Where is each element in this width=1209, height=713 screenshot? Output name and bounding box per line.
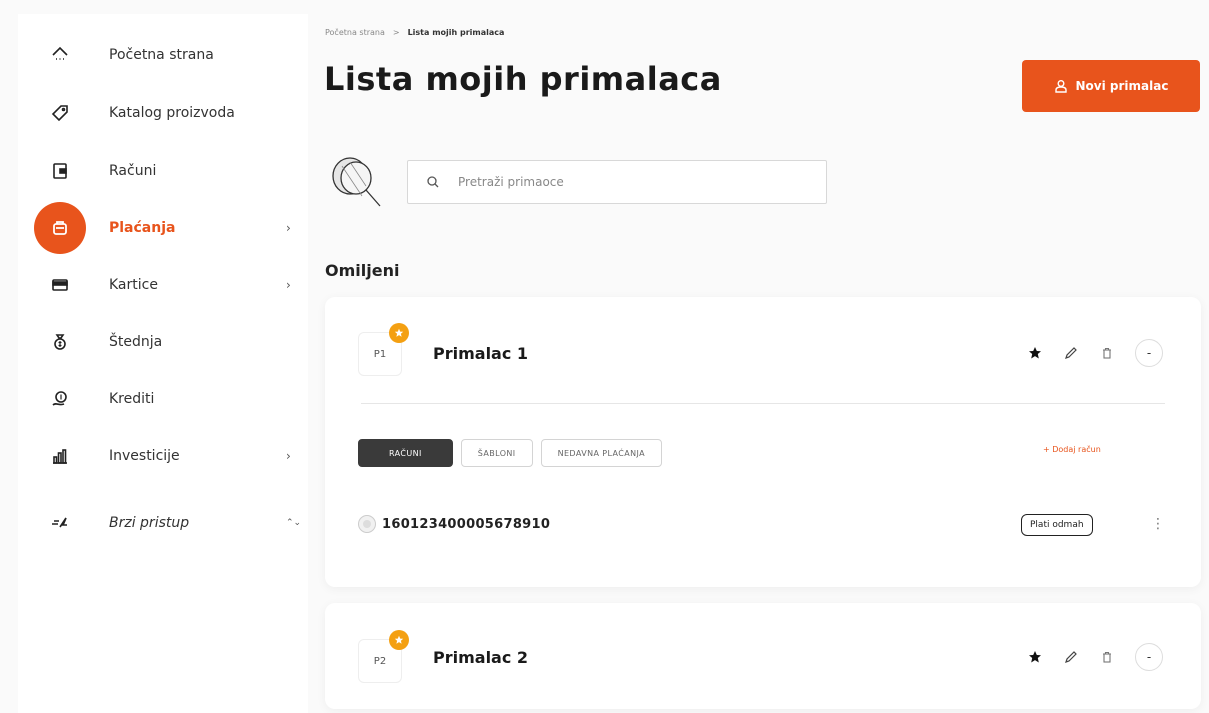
recipient-name: Primalac 2 — [433, 648, 529, 667]
tab-accounts[interactable]: RAČUNI — [358, 439, 453, 467]
sidebar-item-label: Plaćanja — [109, 220, 176, 236]
recipient-card: P2 Primalac 2 - — [325, 603, 1201, 709]
avatar-initials: P1 — [373, 348, 387, 360]
wallet-icon — [44, 155, 76, 187]
app-root: Početna strana Katalog proizvoda Računi … — [0, 0, 1209, 713]
page-title: Lista mojih primalaca — [324, 60, 722, 98]
favorite-star-icon[interactable] — [1027, 649, 1043, 665]
sidebar-item-cards[interactable]: Kartice › — [18, 260, 308, 310]
favorite-star-icon[interactable] — [1027, 345, 1043, 361]
chevron-right-icon: › — [286, 221, 291, 235]
collapse-button[interactable]: - — [1135, 643, 1163, 671]
sidebar-item-investments[interactable]: Investicije › — [18, 431, 308, 481]
sort-icon: ⌃⌄ — [286, 518, 302, 528]
card-icon — [44, 269, 76, 301]
favorites-heading: Omiljeni — [325, 261, 400, 280]
recipient-actions: - — [1027, 643, 1163, 671]
pay-now-button[interactable]: Plati odmah — [1021, 514, 1093, 536]
sidebar-item-accounts[interactable]: Računi — [18, 146, 308, 196]
breadcrumb-current: Lista mojih primalaca — [407, 28, 505, 37]
tab-recent-payments[interactable]: NEDAVNA PLAĆANJA — [540, 439, 663, 467]
delete-icon[interactable] — [1099, 345, 1115, 361]
breadcrumb: Početna strana > Lista mojih primalaca — [325, 28, 504, 37]
home-icon — [44, 39, 76, 71]
sidebar-item-quick-access[interactable]: Brzi pristup ⌃⌄ — [18, 498, 308, 548]
new-recipient-button[interactable]: Novi primalac — [1022, 60, 1200, 112]
search-illustration-icon — [332, 157, 381, 207]
collapse-button[interactable]: - — [1135, 339, 1163, 367]
quick-access-icon — [44, 507, 76, 539]
recipient-tabs: RAČUNI ŠABLONI NEDAVNA PLAĆANJA — [358, 439, 663, 467]
avatar: P2 — [358, 630, 409, 683]
breadcrumb-home-link[interactable]: Početna strana — [325, 28, 385, 37]
breadcrumb-separator: > — [392, 28, 400, 37]
sidebar-item-home[interactable]: Početna strana — [18, 30, 308, 80]
tag-icon — [44, 97, 76, 129]
edit-icon[interactable] — [1063, 345, 1079, 361]
recipient-actions: - — [1027, 339, 1163, 367]
more-options-icon[interactable]: ⋮ — [1151, 516, 1165, 532]
favorite-badge-icon — [389, 323, 409, 343]
sidebar-item-label: Kartice — [109, 277, 158, 293]
sidebar-item-label: Investicije — [109, 448, 180, 464]
sidebar-item-label: Brzi pristup — [109, 515, 190, 531]
sidebar-item-label: Katalog proizvoda — [109, 105, 235, 121]
sidebar: Početna strana Katalog proizvoda Računi … — [18, 14, 308, 713]
account-select-radio[interactable] — [358, 515, 376, 533]
search-field — [407, 160, 827, 204]
recipient-card: P1 Primalac 1 - RAČUNI ŠABLONI NEDAVNA P… — [325, 297, 1201, 587]
tab-templates[interactable]: ŠABLONI — [460, 439, 533, 467]
delete-icon[interactable] — [1099, 649, 1115, 665]
chevron-right-icon: › — [286, 278, 291, 292]
account-number: 160123400005678910 — [382, 516, 551, 532]
sidebar-item-label: Štednja — [109, 334, 163, 350]
new-recipient-label: Novi primalac — [1075, 79, 1169, 93]
favorite-badge-icon — [389, 630, 409, 650]
add-account-link[interactable]: + Dodaj račun — [1043, 445, 1101, 454]
payments-icon — [34, 202, 86, 254]
search-input[interactable] — [458, 175, 818, 189]
sidebar-item-loans[interactable]: Krediti — [18, 374, 308, 424]
account-row: 160123400005678910 — [358, 515, 550, 533]
edit-icon[interactable] — [1063, 649, 1079, 665]
search-icon — [427, 176, 439, 188]
avatar-initials: P2 — [373, 655, 387, 667]
sidebar-item-label: Računi — [109, 163, 157, 179]
savings-icon — [44, 326, 76, 358]
sidebar-item-savings[interactable]: Štednja — [18, 317, 308, 367]
divider — [361, 403, 1165, 404]
loan-icon — [44, 383, 76, 415]
sidebar-item-label: Krediti — [109, 391, 155, 407]
recipient-name: Primalac 1 — [433, 344, 529, 363]
sidebar-item-catalog[interactable]: Katalog proizvoda — [18, 88, 308, 138]
chevron-right-icon: › — [286, 449, 291, 463]
sidebar-item-label: Početna strana — [109, 47, 214, 63]
avatar: P1 — [358, 323, 409, 376]
investments-icon — [44, 440, 76, 472]
sidebar-item-payments[interactable]: Plaćanja › — [18, 202, 308, 254]
user-icon — [1054, 80, 1067, 93]
